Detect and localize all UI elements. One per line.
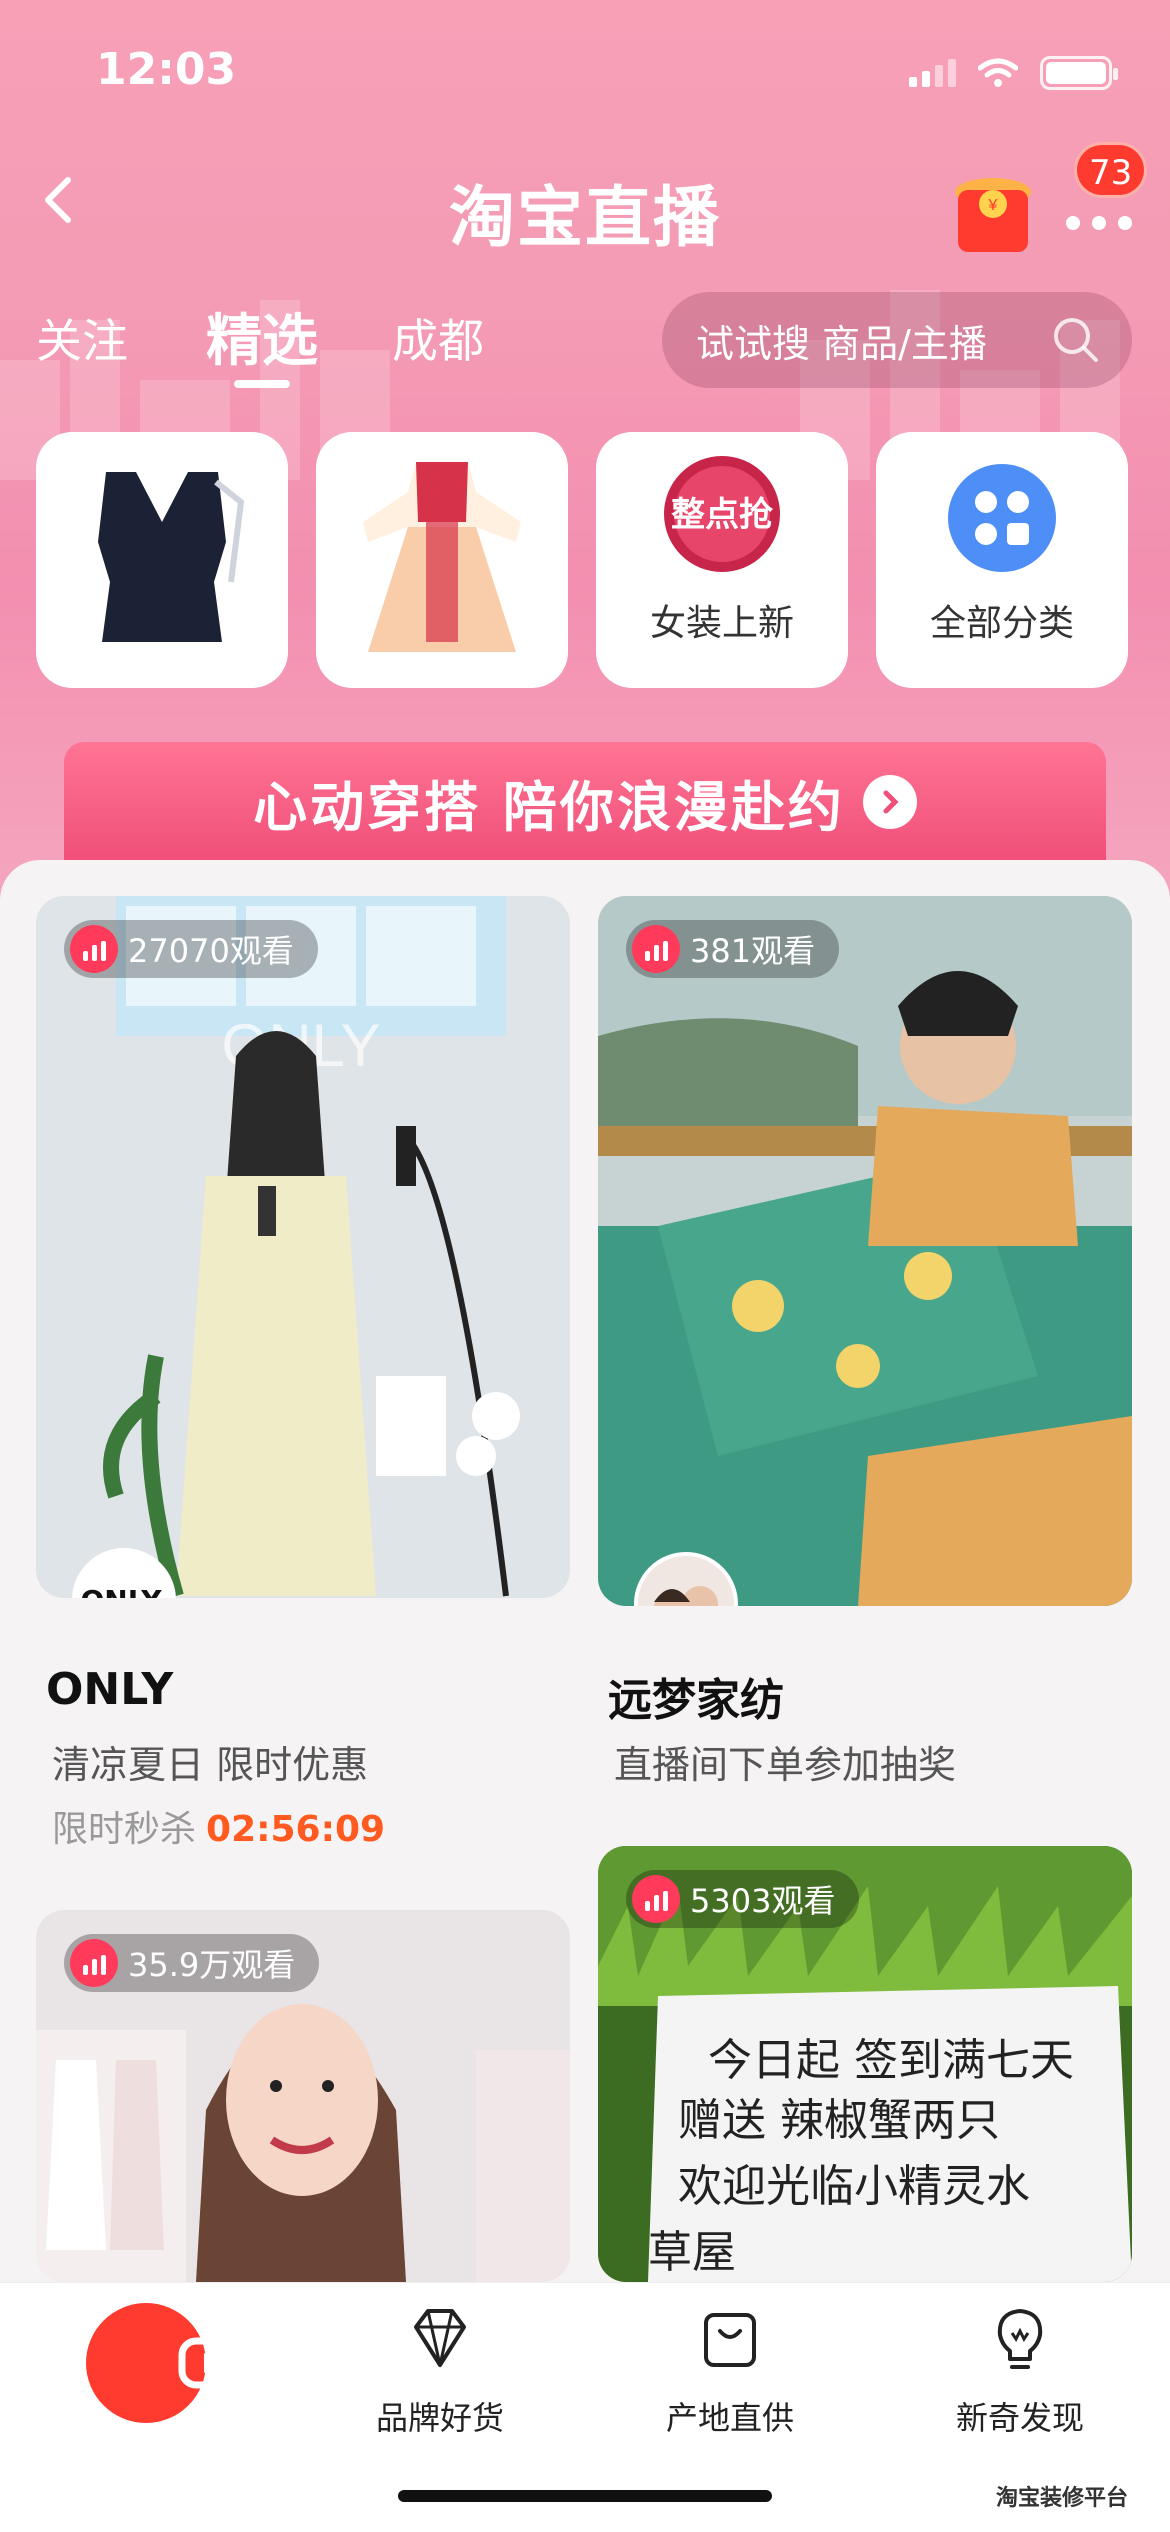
home-indicator <box>398 2490 772 2502</box>
category-hanfu-dress[interactable] <box>316 432 568 688</box>
shop-name[interactable]: ONLY <box>46 1664 173 1715</box>
live-bars-icon <box>632 925 680 973</box>
chevron-right-icon <box>862 775 917 829</box>
notification-badge: 73 <box>1074 142 1148 198</box>
svg-text:整点抢: 整点抢 <box>671 495 774 535</box>
category-new-arrivals[interactable]: 整点抢 女装上新 <box>596 432 848 688</box>
live-card-seafood[interactable]: 5303观看 今日起 签到满七天 赠送 辣椒蟹两只 欢迎光临小精灵水 草屋 <box>598 1846 1132 2282</box>
live-bars-icon <box>70 1939 118 1987</box>
banner-text: 心动穿搭 陪你浪漫赴约 <box>253 775 845 839</box>
battery-icon <box>1040 56 1118 90</box>
handwritten-note-line: 草屋 <box>648 2227 736 2278</box>
viewer-count: 27070观看 <box>128 932 294 970</box>
category-black-top[interactable] <box>36 432 288 688</box>
category-all[interactable]: 全部分类 <box>876 432 1128 688</box>
live-bars-icon <box>632 1875 680 1923</box>
live-thumbnail: ONLY <box>36 896 570 1598</box>
viewer-count-pill: 35.9万观看 <box>64 1934 320 1992</box>
svg-text:¥: ¥ <box>988 197 998 214</box>
category-row: 整点抢 女装上新 全部分类 <box>36 432 1136 688</box>
black-top-image <box>98 472 245 642</box>
nav-label: 新奇发现 <box>955 2399 1084 2437</box>
viewer-count-pill: 5303观看 <box>626 1870 860 1928</box>
viewer-count: 5303观看 <box>690 1882 836 1920</box>
grid-icon <box>948 464 1056 572</box>
flash-sale-label: 限时秒杀 <box>52 1809 197 1850</box>
watermark: 淘宝装修平台 <box>996 2486 1129 2511</box>
handwritten-note-line: 赠送 辣椒蟹两只 <box>678 2095 1000 2146</box>
flash-sale-countdown: 02:56:09 <box>206 1809 386 1850</box>
viewer-count-pill: 381观看 <box>626 920 840 978</box>
wifi-icon <box>978 58 1018 87</box>
live-thumbnail <box>598 896 1132 1606</box>
red-packet-icon[interactable]: ¥ <box>948 170 1038 260</box>
more-options-icon[interactable] <box>1060 190 1140 250</box>
live-card-yuanmeng[interactable]: 381观看 <box>598 896 1132 1606</box>
live-bars-icon <box>70 925 118 973</box>
live-card-fashion-host[interactable]: 35.9万观看 <box>36 1910 570 2282</box>
viewer-count: 381观看 <box>690 932 816 970</box>
handwritten-note-line: 今日起 签到满七天 <box>708 2035 1074 2086</box>
viewer-count-pill: 27070观看 <box>64 920 318 978</box>
status-time: 12:03 <box>96 44 237 95</box>
search-placeholder: 试试搜 商品/主播 <box>696 321 987 366</box>
nav-label: 产地直供 <box>665 2399 794 2437</box>
diamond-icon <box>414 2309 466 2367</box>
category-label: 全部分类 <box>929 603 1074 644</box>
live-card-only[interactable]: ONLY 27070观看 ONLY. <box>36 896 570 1598</box>
new-arrivals-icon: 整点抢 <box>664 456 780 572</box>
shop-description: 直播间下单参加抽奖 <box>614 1743 957 1787</box>
flash-sale: 限时秒杀 02:56:09 <box>52 1800 385 1852</box>
live-play-icon[interactable] <box>86 2303 242 2423</box>
nav-label: 品牌好货 <box>375 2399 504 2437</box>
viewer-count: 35.9万观看 <box>128 1946 296 1984</box>
bag-icon <box>704 2313 756 2367</box>
shop-name[interactable]: 远梦家纺 <box>608 1664 784 1728</box>
category-label: 女装上新 <box>649 603 794 644</box>
tab-featured[interactable]: 精选 <box>206 296 318 377</box>
shop-description: 清凉夏日 限时优惠 <box>52 1743 369 1787</box>
cellular-signal-icon <box>909 59 956 87</box>
nav-bar: 淘宝直播 ¥ <box>0 140 1170 270</box>
tab-chengdu[interactable]: 成都 <box>392 305 484 371</box>
search-box[interactable]: 试试搜 商品/主播 <box>662 292 1132 388</box>
handwritten-note-line: 欢迎光临小精灵水 <box>678 2161 1030 2212</box>
tab-follow[interactable]: 关注 <box>36 305 128 371</box>
hanfu-dress-image <box>363 462 521 652</box>
search-icon[interactable] <box>1050 314 1102 366</box>
active-tab-indicator <box>234 380 290 388</box>
promo-banner[interactable]: 心动穿搭 陪你浪漫赴约 <box>64 742 1106 862</box>
bulb-icon <box>997 2309 1043 2369</box>
status-bar: 12:03 <box>0 0 1170 140</box>
avatar-image <box>638 1556 734 1606</box>
